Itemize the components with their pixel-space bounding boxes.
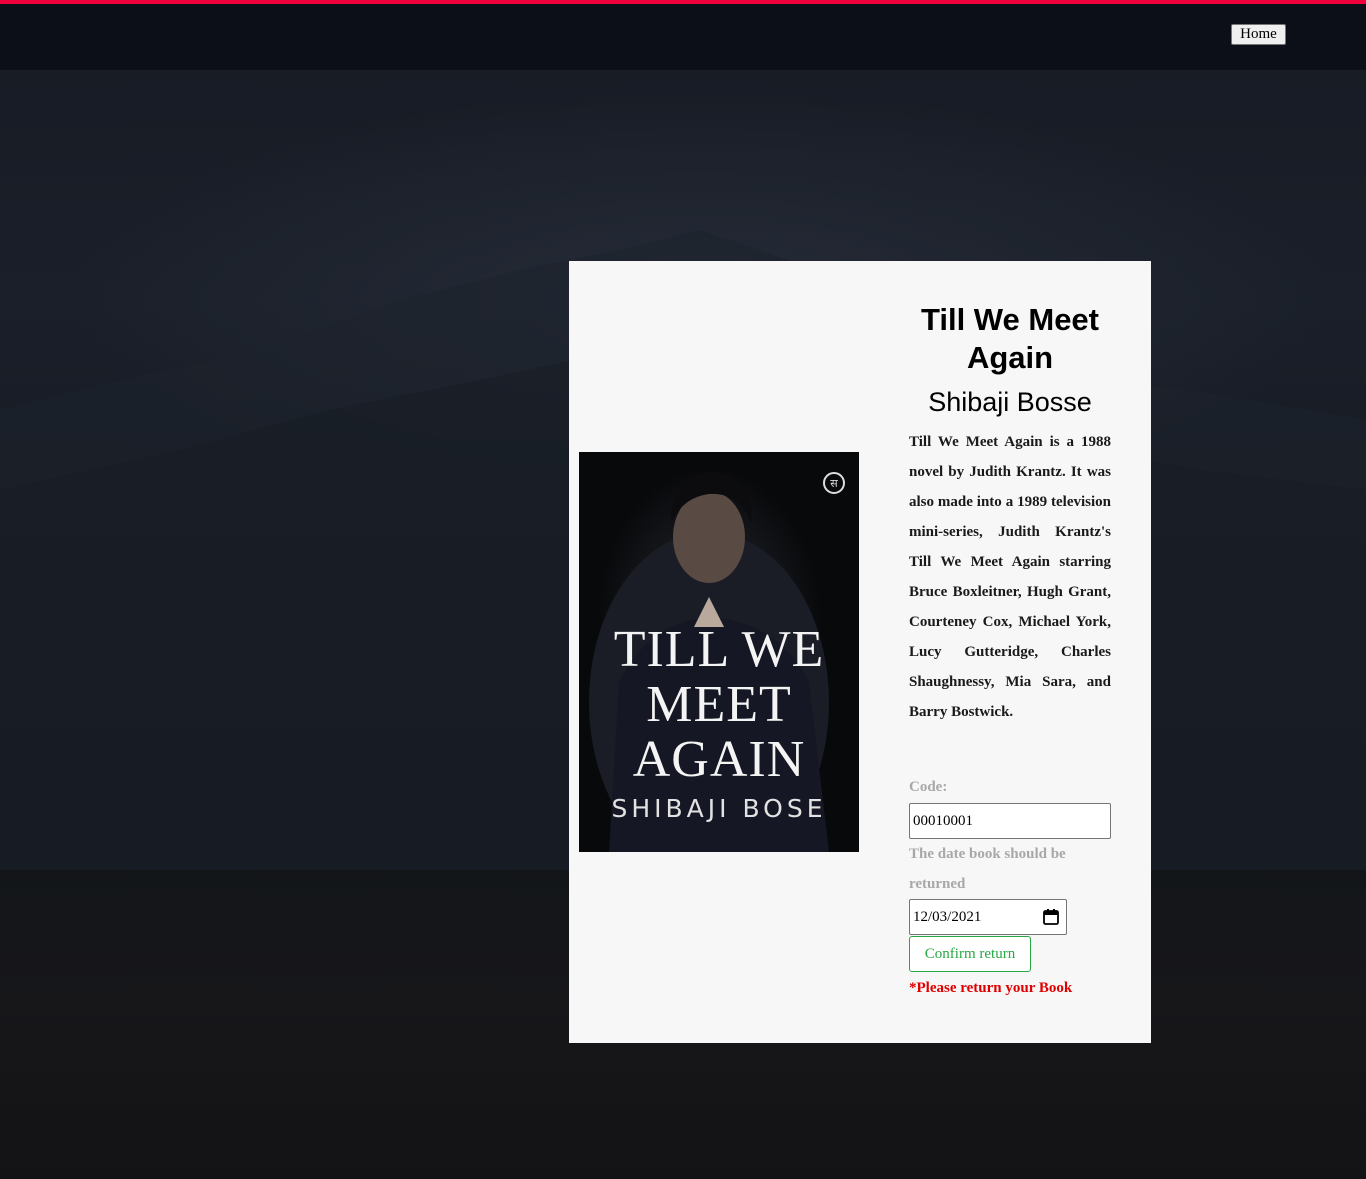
cover-title: TILL WE MEET AGAIN [579, 622, 859, 787]
cover-title-line: MEET [646, 676, 792, 733]
cover-author: SHIBAJI BOSE [611, 794, 827, 823]
code-input[interactable]: 00010001 [909, 803, 1111, 839]
return-warning: *Please return your Book [909, 980, 1073, 996]
book-description: Till We Meet Again is a 1988 novel by Ju… [909, 434, 1111, 720]
navbar [0, 4, 1366, 70]
code-value: 00010001 [913, 812, 973, 829]
book-author: Shibaji Bosse [928, 387, 1092, 417]
book-title: Till We Meet Again [920, 302, 1099, 375]
home-button[interactable]: Home [1231, 24, 1286, 45]
book-cover-image: स TILL WE MEET AGAIN SHIBAJI BOSE [579, 452, 859, 852]
return-date-value: 12/03/2021 [913, 908, 982, 925]
return-date-input[interactable]: 12/03/2021 [909, 899, 1067, 935]
return-date-label: The date book should be returned [909, 846, 1066, 892]
cover-title-line: TILL WE [613, 621, 825, 678]
calendar-icon[interactable] [1042, 908, 1060, 926]
cover-title-line: AGAIN [632, 731, 806, 788]
publisher-logo: स [823, 472, 845, 494]
code-label: Code: [909, 779, 948, 795]
book-return-card: स TILL WE MEET AGAIN SHIBAJI BOSE Till W… [569, 261, 1151, 1043]
confirm-return-button[interactable]: Confirm return [909, 936, 1031, 972]
